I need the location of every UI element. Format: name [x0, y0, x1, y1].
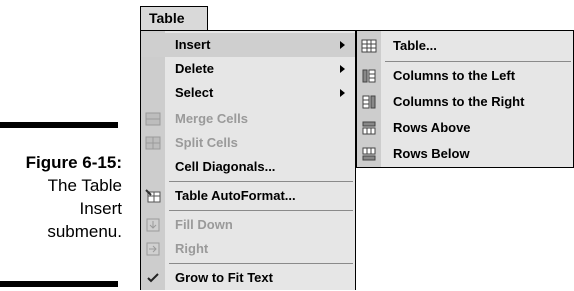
submenu-item-label: Columns to the Left	[393, 68, 516, 83]
menu-item-insert[interactable]: Insert	[141, 33, 355, 57]
submenu-item-rows-below[interactable]: Rows Below	[357, 141, 573, 167]
autoformat-icon	[145, 188, 161, 204]
checkmark-icon	[145, 270, 161, 286]
menu-item-fill-right[interactable]: Right	[141, 237, 355, 261]
menu-item-label: Merge Cells	[175, 111, 248, 126]
submenu-item-columns-left[interactable]: Columns to the Left	[357, 63, 573, 89]
submenu-item-rows-above[interactable]: Rows Above	[357, 115, 573, 141]
caption-top-rule	[0, 122, 118, 128]
submenu-separator	[385, 61, 571, 62]
menu-separator	[169, 181, 353, 182]
menu-item-label: Select	[175, 85, 214, 100]
menu-item-split-cells[interactable]: Split Cells	[141, 131, 355, 155]
menu-item-cell-diagonals[interactable]: Cell Diagonals...	[141, 155, 355, 179]
columns-left-icon	[361, 68, 377, 84]
fill-right-icon	[145, 241, 161, 257]
figure-label: Figure 6-15:	[25, 153, 122, 172]
submenu-arrow-icon	[340, 41, 345, 49]
split-cells-icon	[145, 135, 161, 151]
submenu-arrow-icon	[340, 89, 345, 97]
menu-item-delete[interactable]: Delete	[141, 57, 355, 81]
menu-item-merge-cells[interactable]: Merge Cells	[141, 107, 355, 131]
columns-right-icon	[361, 94, 377, 110]
menu-item-label: Insert	[175, 37, 211, 52]
submenu-item-label: Columns to the Right	[393, 94, 525, 109]
menu-item-label: Delete	[175, 61, 215, 76]
menu-separator	[169, 210, 353, 211]
submenu-item-columns-right[interactable]: Columns to the Right	[357, 89, 573, 115]
caption-bottom-rule	[0, 281, 118, 287]
menu-item-select[interactable]: Select	[141, 81, 355, 105]
submenu-arrow-icon	[340, 65, 345, 73]
submenu-item-label: Rows Above	[393, 120, 471, 135]
rows-above-icon	[361, 120, 377, 136]
table-icon	[361, 38, 377, 54]
menu-separator	[169, 263, 353, 264]
figure-caption: Figure 6-15: The Table Insert submenu.	[0, 151, 122, 243]
rows-below-icon	[361, 146, 377, 162]
menu-item-label: Grow to Fit Text	[175, 270, 273, 285]
caption-line-1: The Table	[47, 176, 122, 195]
caption-line-3: submenu.	[47, 222, 122, 241]
menu-item-fill-down[interactable]: Fill Down	[141, 213, 355, 237]
menu-item-label: Fill Down	[175, 217, 233, 232]
merge-cells-icon	[145, 111, 161, 127]
submenu-item-table[interactable]: Table...	[357, 33, 573, 59]
insert-submenu: Table... Columns to the Left Columns to …	[356, 30, 574, 168]
menu-item-table-autoformat[interactable]: Table AutoFormat...	[141, 184, 355, 208]
caption-line-2: Insert	[79, 199, 122, 218]
menu-item-grow-to-fit-text[interactable]: Grow to Fit Text	[141, 266, 355, 290]
submenu-item-label: Rows Below	[393, 146, 470, 161]
fill-down-icon	[145, 217, 161, 233]
submenu-item-label: Table...	[393, 38, 437, 53]
menu-item-label: Cell Diagonals...	[175, 159, 276, 174]
menu-item-label: Right	[175, 241, 209, 256]
table-menu: Insert Delete Select Merge Cells Split C…	[140, 30, 356, 290]
menu-item-label: Split Cells	[175, 135, 238, 150]
menu-item-label: Table AutoFormat...	[175, 188, 296, 203]
menubar-table-tab[interactable]: Table	[140, 6, 208, 30]
